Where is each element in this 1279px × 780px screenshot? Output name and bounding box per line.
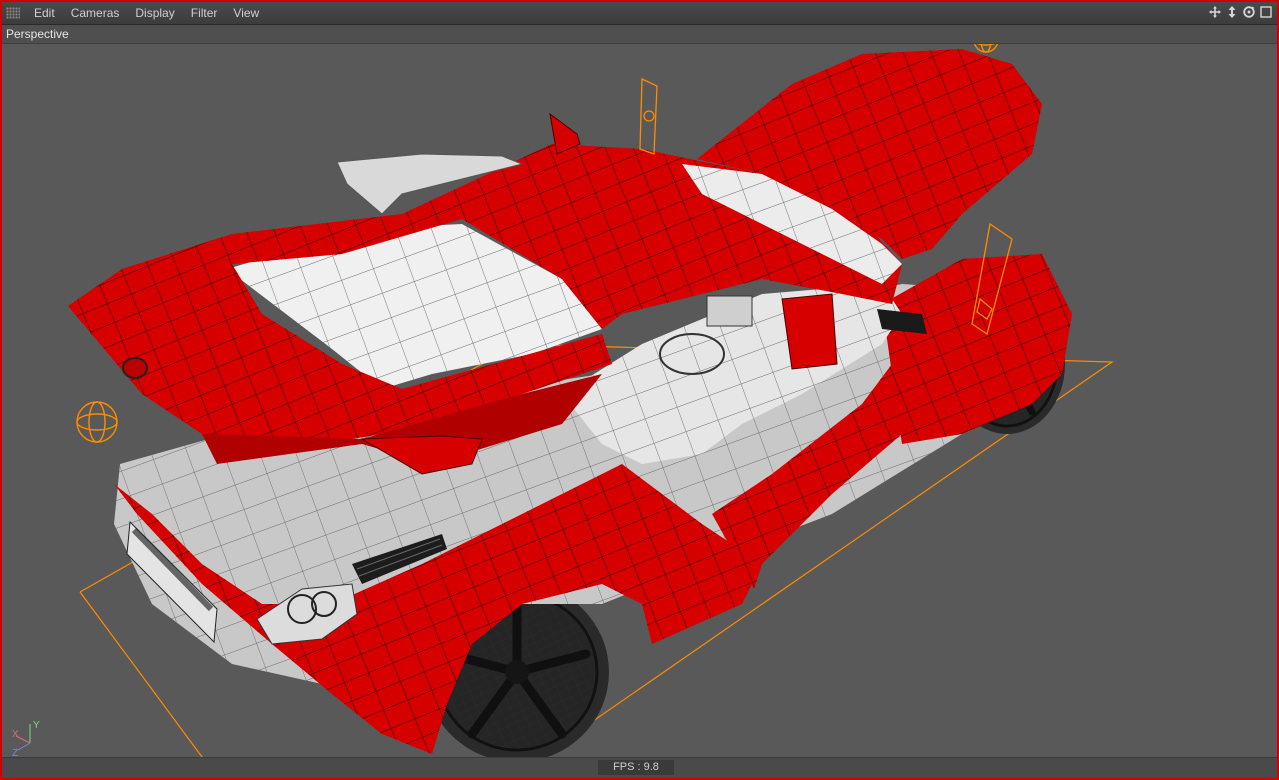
viewport-statusbar: FPS : 9.8	[2, 757, 1277, 778]
menu-display[interactable]: Display	[127, 6, 182, 20]
menu-filter[interactable]: Filter	[183, 6, 226, 20]
grip-icon[interactable]	[6, 7, 20, 19]
3d-viewport[interactable]	[2, 27, 1277, 778]
camera-label-bar: Perspective	[2, 25, 1277, 44]
car-model[interactable]	[2, 27, 1277, 778]
view-navigation	[1208, 5, 1273, 19]
viewport-window: Edit Cameras Display Filter View Perspec…	[0, 0, 1279, 780]
menu-cameras[interactable]: Cameras	[63, 6, 128, 20]
axis-x-label: X	[12, 729, 19, 740]
viewport-menubar: Edit Cameras Display Filter View	[2, 2, 1277, 25]
camera-label[interactable]: Perspective	[6, 27, 69, 41]
light-rig-top	[973, 27, 999, 53]
light-rig-rear	[76, 401, 118, 443]
menu-view[interactable]: View	[225, 6, 267, 20]
brand-badge	[122, 357, 148, 379]
menu-edit[interactable]: Edit	[26, 6, 63, 20]
axis-y-label: Y	[33, 720, 40, 731]
axis-gizmo-icon: Y X Z	[12, 720, 40, 758]
rotate-view-icon[interactable]	[1242, 5, 1256, 19]
fps-readout: FPS : 9.8	[598, 760, 674, 775]
move-view-icon[interactable]	[1208, 5, 1222, 19]
dolly-view-icon[interactable]	[1225, 5, 1239, 19]
maximize-view-icon[interactable]	[1259, 5, 1273, 19]
